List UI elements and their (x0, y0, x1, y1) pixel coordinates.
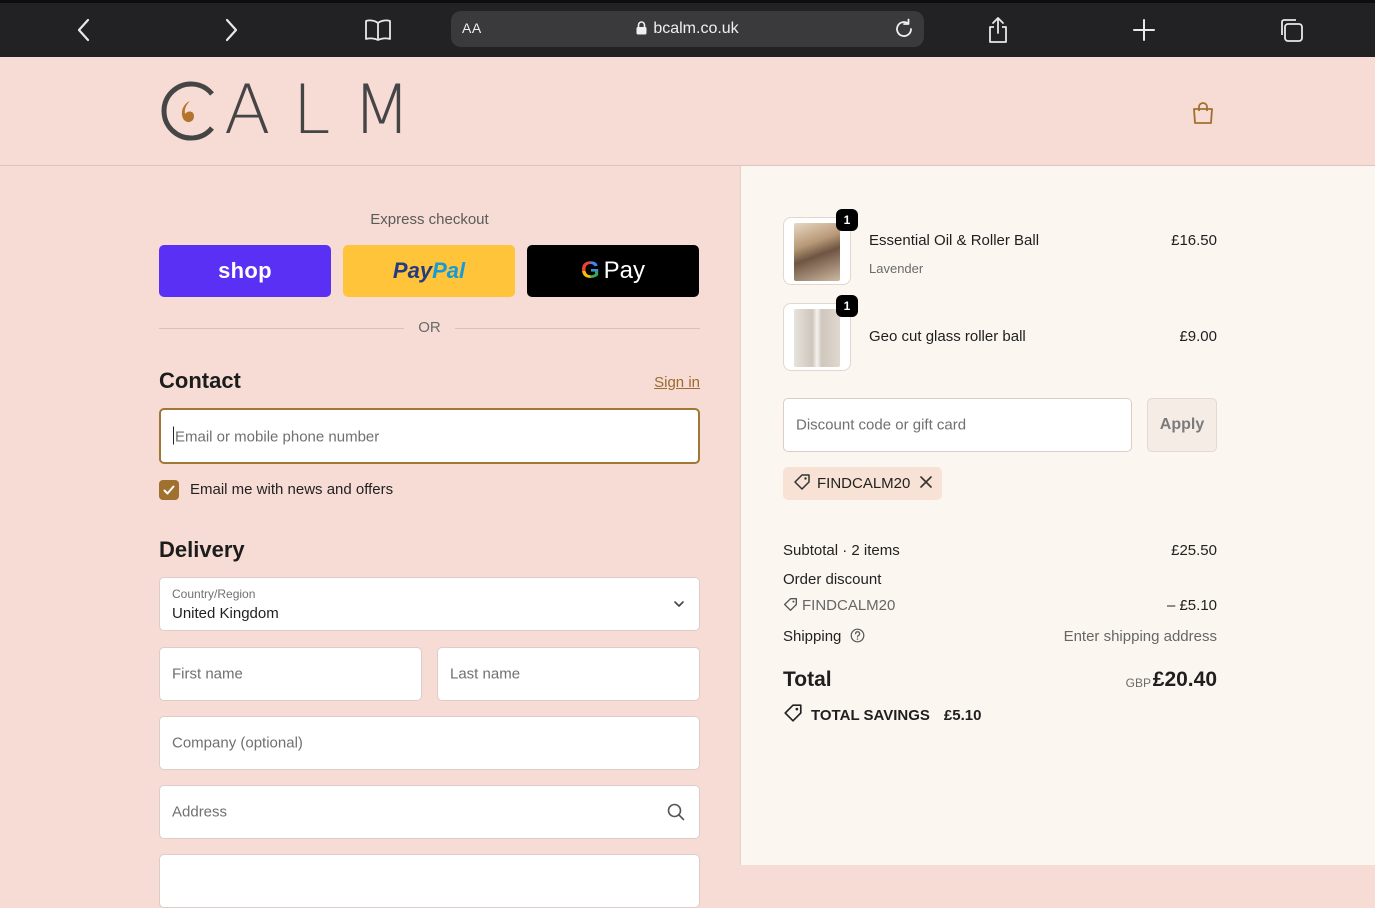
help-icon[interactable] (850, 628, 865, 647)
last-name-placeholder: Last name (450, 665, 521, 683)
cart-icon[interactable] (1189, 99, 1217, 127)
paypal-label-part1: Pay (392, 258, 433, 283)
shipping-row: Shipping Enter shipping address (783, 628, 1217, 647)
discount-code-field[interactable]: Discount code or gift card (783, 398, 1132, 452)
share-icon[interactable] (983, 15, 1013, 45)
product-name: Geo cut glass roller ball (869, 328, 1026, 345)
reload-icon[interactable] (892, 17, 916, 46)
line-item: 1 Essential Oil & Roller Ball Lavender £… (783, 209, 1217, 287)
savings-label: TOTAL SAVINGS (811, 706, 930, 724)
product-price: £16.50 (1171, 232, 1217, 249)
quantity-badge: 1 (836, 209, 858, 231)
url-host-text: bcalm.co.uk (653, 20, 739, 37)
chevron-down-icon (673, 597, 685, 615)
new-tab-icon[interactable] (1129, 15, 1159, 45)
paypal-label-part2: Pal (432, 258, 466, 283)
express-checkout-title: Express checkout (370, 211, 489, 228)
total-row: Total GBP £20.40 (783, 668, 1217, 698)
product-name: Essential Oil & Roller Ball (869, 232, 1040, 249)
first-name-field[interactable]: First name (159, 647, 422, 701)
total-amount: £20.40 (1152, 668, 1217, 691)
discount-placeholder: Discount code or gift card (796, 416, 967, 434)
quantity-badge: 1 (836, 295, 858, 317)
lock-icon (636, 21, 647, 35)
bookmarks-icon[interactable] (363, 15, 393, 45)
address-placeholder: Address (172, 803, 228, 821)
total-savings: TOTAL SAVINGS £5.10 (783, 703, 981, 727)
contact-heading: Contact (159, 368, 241, 393)
shop-pay-button[interactable]: shop (159, 245, 331, 297)
or-divider: OR (159, 318, 700, 338)
shipping-label: Shipping (783, 628, 842, 645)
newsletter-checkbox[interactable] (159, 480, 179, 500)
newsletter-label: Email me with news and offers (190, 481, 394, 498)
line-item: 1 Geo cut glass roller ball £9.00 (783, 295, 1217, 373)
delivery-heading: Delivery (159, 537, 245, 562)
shop-pay-label: shop (218, 258, 272, 283)
logo-wordmark: ALM (224, 71, 434, 150)
product-variant: Lavender (869, 261, 924, 276)
url-host: bcalm.co.uk (451, 20, 924, 38)
product-price: £9.00 (1179, 328, 1217, 345)
google-pay-label: Pay (603, 257, 646, 284)
paypal-button[interactable]: Pay Pal (343, 245, 515, 297)
discount-code-row: FINDCALM20 – £5.10 (783, 597, 1217, 616)
logo-c-mark (158, 80, 220, 142)
google-g-icon: G (580, 257, 600, 284)
country-label: Country/Region (172, 587, 256, 601)
address-line-2-field[interactable] (159, 854, 700, 908)
forward-icon[interactable] (216, 15, 246, 45)
tag-icon (783, 703, 803, 727)
first-name-placeholder: First name (172, 665, 243, 683)
total-label: Total (783, 668, 832, 691)
discount-code-text: FINDCALM20 (802, 597, 896, 614)
search-icon (667, 803, 685, 825)
or-label: OR (418, 319, 441, 336)
order-discount-label: Order discount (783, 571, 882, 588)
subtotal-label: Subtotal · 2 items (783, 542, 900, 559)
order-summary: 1 Essential Oil & Roller Ball Lavender £… (740, 166, 1375, 865)
country-select[interactable]: Country/Region United Kingdom (159, 577, 700, 631)
company-field[interactable]: Company (optional) (159, 716, 700, 770)
apply-discount-button[interactable]: Apply (1147, 398, 1217, 452)
last-name-field[interactable]: Last name (437, 647, 700, 701)
shipping-value: Enter shipping address (1063, 628, 1217, 645)
address-bar[interactable]: AA bcalm.co.uk (451, 11, 924, 47)
google-pay-button[interactable]: G Pay (527, 245, 699, 297)
checkmark-icon (163, 485, 175, 495)
subtotal-value: £25.50 (1171, 542, 1217, 559)
tag-icon (783, 597, 798, 616)
tabs-overview-icon[interactable] (1276, 15, 1306, 45)
email-placeholder: Email or mobile phone number (175, 428, 380, 446)
order-discount-row: Order discount (783, 571, 1217, 588)
applied-code-label: FINDCALM20 (817, 475, 911, 492)
browser-toolbar: AA bcalm.co.uk (0, 0, 1375, 57)
brand-logo[interactable]: ALM (158, 71, 434, 150)
discount-value: – £5.10 (1166, 597, 1217, 614)
savings-value: £5.10 (943, 706, 982, 724)
site-header: ALM (0, 57, 1375, 166)
back-icon[interactable] (69, 15, 99, 45)
country-value: United Kingdom (172, 605, 279, 622)
applied-discount-chip: FINDCALM20 (783, 467, 943, 500)
remove-discount-icon[interactable] (920, 475, 933, 492)
email-field[interactable]: Email or mobile phone number (159, 408, 700, 464)
sign-in-link[interactable]: Sign in (600, 374, 700, 391)
subtotal-row: Subtotal · 2 items £25.50 (783, 542, 1217, 559)
total-currency: GBP (1125, 676, 1151, 690)
tag-icon (793, 473, 811, 495)
address-field[interactable]: Address (159, 785, 700, 839)
company-placeholder: Company (optional) (172, 734, 303, 752)
checkout-form: Express checkout shop Pay Pal G Pay OR Con… (0, 166, 740, 908)
